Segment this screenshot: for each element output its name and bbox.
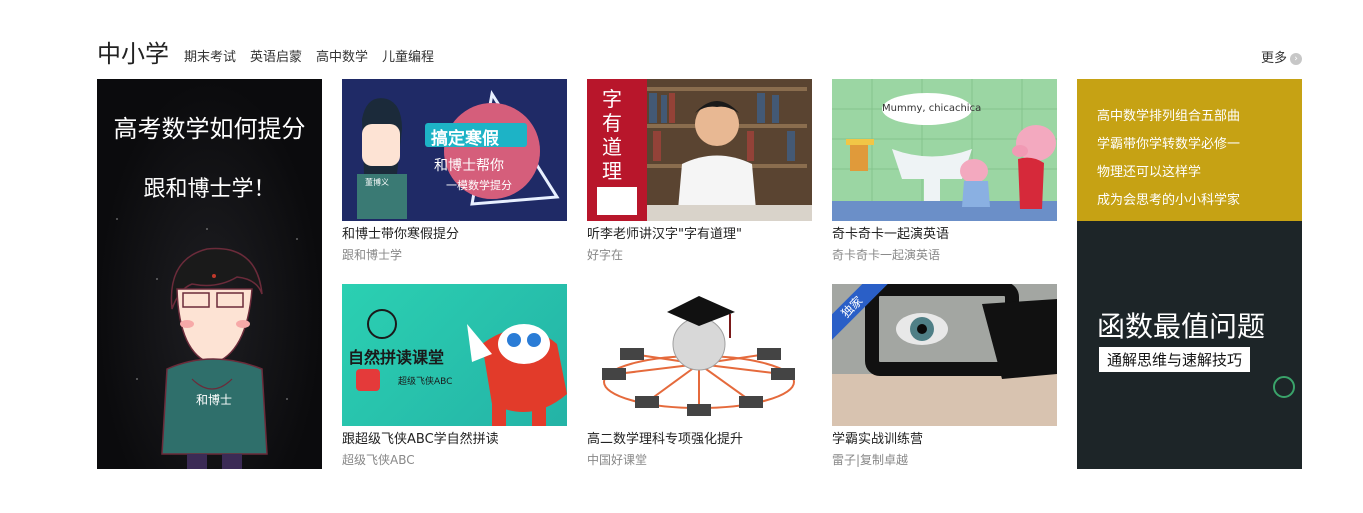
thumb-badge: 董博义 xyxy=(365,178,389,187)
course-card[interactable]: 字有道理 听李老师讲汉字"字有道理" 好字在 xyxy=(587,79,812,269)
thumb-text: 搞定寒假 xyxy=(431,129,499,149)
course-thumbnail: 自然拼读课堂 超级飞侠ABC xyxy=(342,284,567,426)
promo-banner-subtitle: 通解思维与速解技巧 xyxy=(1099,347,1251,372)
featured-links-box: 高中数学排列组合五部曲 学霸带你学转数学必修一 物理还可以这样学 成为会思考的小… xyxy=(1077,79,1302,221)
course-thumbnail xyxy=(587,284,812,426)
course-provider[interactable]: 奇卡奇卡一起演英语 xyxy=(832,247,940,263)
category-tabs: 期末考试 英语启蒙 高中数学 儿童编程 xyxy=(184,48,434,68)
course-card[interactable]: Mummy, chicachica 奇卡奇卡一起演英语 奇卡奇卡一起演英语 xyxy=(832,79,1057,269)
tab-final-exam[interactable]: 期末考试 xyxy=(184,48,236,68)
promo-banner-dark[interactable]: 函数最值问题 通解思维与速解技巧 xyxy=(1077,221,1302,469)
tab-english-enlightenment[interactable]: 英语启蒙 xyxy=(250,48,302,68)
course-title[interactable]: 学霸实战训练营 xyxy=(832,431,923,449)
course-provider[interactable]: 超级飞侠ABC xyxy=(342,452,415,468)
thumb-text: 自然拼读课堂 xyxy=(348,348,445,367)
course-title[interactable]: 和博士带你寒假提分 xyxy=(342,226,459,244)
course-title[interactable]: 高二数学理科专项强化提升 xyxy=(587,431,743,449)
course-provider[interactable]: 雷子|复制卓越 xyxy=(832,452,908,468)
thumb-text: 字有道理 xyxy=(602,87,622,183)
course-thumbnail: 搞定寒假 和博士帮你 一模数学提分 董博义 xyxy=(342,79,567,221)
featured-link[interactable]: 高中数学排列组合五部曲 xyxy=(1097,105,1240,124)
featured-link[interactable]: 学霸带你学转数学必修一 xyxy=(1097,133,1240,152)
course-thumbnail: 字有道理 xyxy=(587,79,812,221)
tab-high-school-math[interactable]: 高中数学 xyxy=(316,48,368,68)
left-banner-headline: 高考数学如何提分 xyxy=(113,115,306,143)
tab-kids-programming[interactable]: 儿童编程 xyxy=(382,48,434,68)
left-promo-banner[interactable]: 和博士 高考数学如何提分 跟和博士学！ xyxy=(97,79,322,469)
course-thumbnail: Mummy, chicachica xyxy=(832,79,1057,221)
hoodie-label: 和博士 xyxy=(196,392,232,407)
leaf-logo-icon xyxy=(1273,376,1295,398)
chevron-right-icon: › xyxy=(1290,53,1302,65)
thumb-text: Mummy, chicachica xyxy=(882,103,982,114)
more-link[interactable]: 更多 › xyxy=(1261,49,1302,69)
left-banner-subline: 跟和博士学！ xyxy=(143,177,276,202)
course-title[interactable]: 奇卡奇卡一起演英语 xyxy=(832,226,949,244)
thumb-text: 和博士帮你 xyxy=(434,158,504,174)
featured-link[interactable]: 成为会思考的小小科学家 xyxy=(1097,189,1240,208)
section-title: 中小学 xyxy=(97,40,169,68)
thumb-text: 超级飞侠ABC xyxy=(398,377,453,387)
section-header: 中小学 期末考试 英语启蒙 高中数学 儿童编程 更多 › xyxy=(97,38,1302,72)
course-thumbnail: 独家 xyxy=(832,284,1057,426)
course-card[interactable]: 独家 学霸实战训练营 雷子|复制卓越 xyxy=(832,284,1057,474)
course-provider[interactable]: 中国好课堂 xyxy=(587,452,647,468)
course-card[interactable]: 搞定寒假 和博士帮你 一模数学提分 董博义 和博士带你寒假提分 跟和博士学 xyxy=(342,79,567,269)
right-panel: 高中数学排列组合五部曲 学霸带你学转数学必修一 物理还可以这样学 成为会思考的小… xyxy=(1077,79,1302,469)
course-card[interactable]: 自然拼读课堂 超级飞侠ABC 跟超级飞侠ABC学自然拼读 超级飞侠ABC xyxy=(342,284,567,474)
course-provider[interactable]: 跟和博士学 xyxy=(342,247,402,263)
course-title[interactable]: 跟超级飞侠ABC学自然拼读 xyxy=(342,431,499,449)
more-label: 更多 xyxy=(1260,51,1287,66)
course-provider[interactable]: 好字在 xyxy=(587,247,623,263)
course-title[interactable]: 听李老师讲汉字"字有道理" xyxy=(587,226,742,244)
course-card[interactable]: 高二数学理科专项强化提升 中国好课堂 xyxy=(587,284,812,474)
featured-link[interactable]: 物理还可以这样学 xyxy=(1097,161,1201,180)
thumb-text: 一模数学提分 xyxy=(446,179,512,192)
promo-banner-title: 函数最值问题 xyxy=(1097,310,1266,343)
